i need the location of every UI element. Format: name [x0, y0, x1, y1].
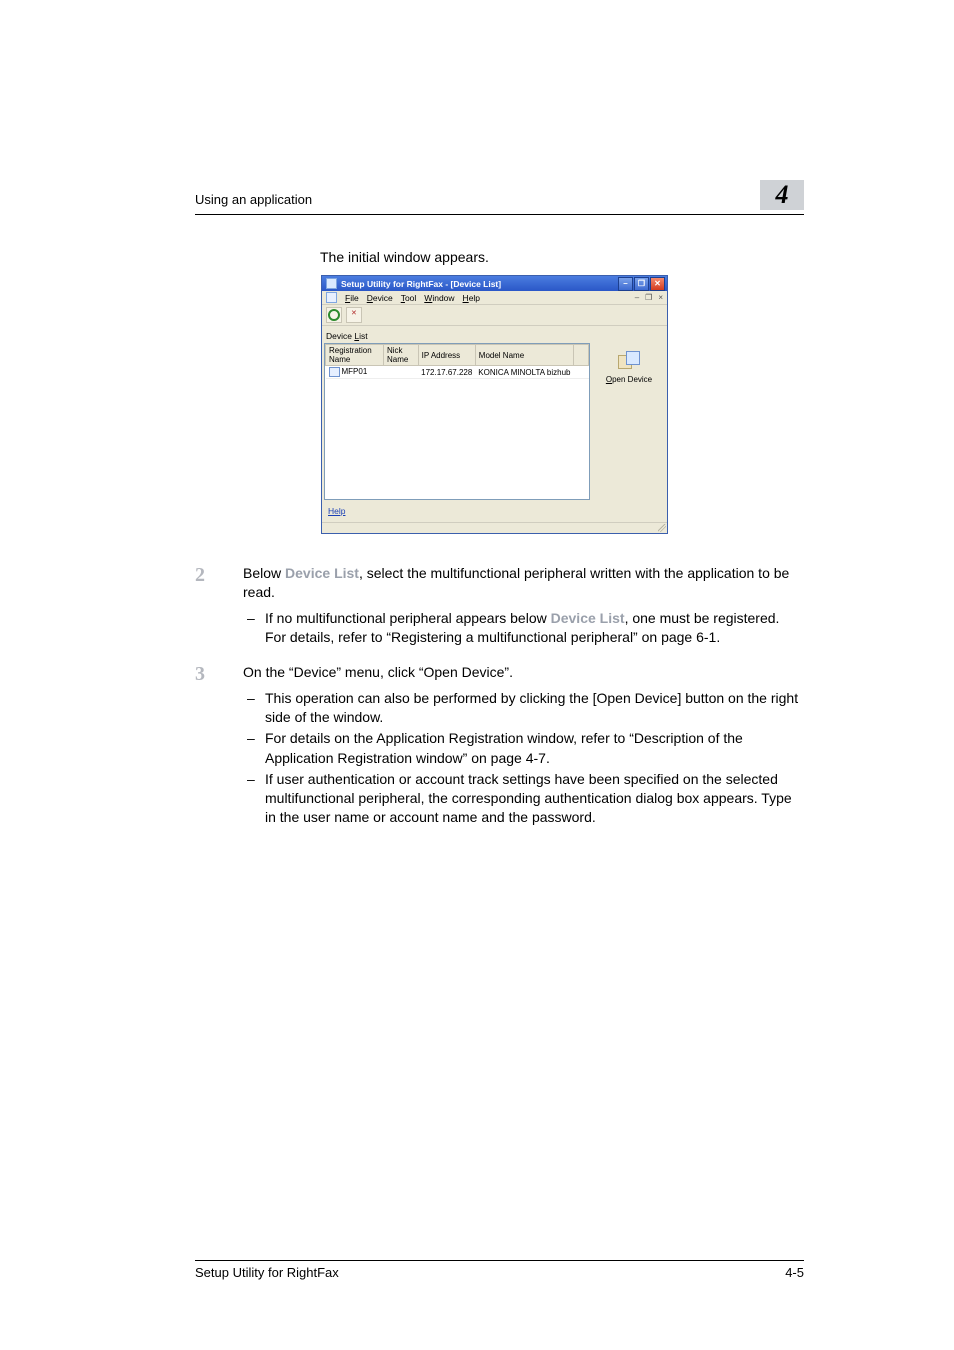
- window-title: Setup Utility for RightFax - [Device Lis…: [341, 279, 501, 289]
- col-spacer: [574, 345, 589, 366]
- device-list[interactable]: Registration Name Nick Name IP Address M…: [324, 343, 590, 500]
- page: Using an application 4 The initial windo…: [0, 0, 954, 1350]
- device-icon: [329, 367, 340, 377]
- step-3-sub-1: This operation can also be performed by …: [243, 689, 804, 728]
- delete-button[interactable]: [346, 307, 362, 323]
- footer-page: 4-5: [785, 1265, 804, 1280]
- refresh-icon: [328, 309, 340, 321]
- app-window: Setup Utility for RightFax - [Device Lis…: [321, 275, 668, 534]
- refresh-button[interactable]: [326, 307, 342, 323]
- cell-registration-name: MFP01: [342, 367, 368, 376]
- step-2: 2 Below Device List, select the multifun…: [195, 564, 804, 649]
- step-3-text: On the “Device” menu, click “Open Device…: [243, 663, 804, 682]
- cell-nick-name: [384, 366, 419, 379]
- open-device-button[interactable]: Open Device: [606, 375, 652, 384]
- mdi-minimize-button[interactable]: –: [635, 293, 639, 302]
- step-3-sub-2: For details on the Application Registrat…: [243, 729, 804, 768]
- help-link[interactable]: Help: [324, 500, 347, 518]
- step-2-text: Below Device List, select the multifunct…: [243, 564, 804, 603]
- menu-help[interactable]: Help: [463, 293, 480, 303]
- menu-tool[interactable]: Tool: [401, 293, 417, 303]
- maximize-button[interactable]: ❐: [634, 277, 649, 291]
- menu-file[interactable]: File: [345, 293, 359, 303]
- chapter-number: 4: [760, 180, 804, 210]
- mdi-close-button[interactable]: ×: [658, 293, 663, 302]
- delete-icon: [349, 311, 359, 319]
- page-header: Using an application 4: [195, 180, 804, 215]
- client-area: Device List Registration Name Nick Name …: [322, 326, 667, 522]
- titlebar: Setup Utility for RightFax - [Device Lis…: [322, 276, 667, 291]
- menubar: File Device Tool Window Help – ❐ ×: [322, 291, 667, 304]
- page-footer: Setup Utility for RightFax 4-5: [195, 1260, 804, 1280]
- cell-ip-address: 172.17.67.228: [418, 366, 475, 379]
- step-3-sub-3: If user authentication or account track …: [243, 770, 804, 828]
- ui-ref-device-list: Device List: [551, 610, 625, 626]
- ui-ref-device-list: Device List: [285, 565, 359, 581]
- menu-window[interactable]: Window: [424, 293, 454, 303]
- table-row[interactable]: MFP01 172.17.67.228 KONICA MINOLTA bizhu…: [326, 366, 589, 379]
- side-panel: Open Device: [593, 343, 665, 500]
- app-icon: [326, 278, 337, 289]
- section-title: Using an application: [195, 180, 312, 207]
- intro-text: The initial window appears.: [320, 249, 804, 265]
- device-list-label: Device List: [324, 328, 665, 343]
- mdi-icon: [326, 292, 337, 303]
- step-number: 2: [195, 564, 243, 649]
- step-3: 3 On the “Device” menu, click “Open Devi…: [195, 663, 804, 830]
- statusbar: [322, 522, 667, 533]
- minimize-button[interactable]: –: [618, 277, 633, 291]
- open-device-icon[interactable]: [618, 351, 640, 371]
- col-registration-name[interactable]: Registration Name: [326, 345, 384, 366]
- step-number: 3: [195, 663, 243, 830]
- footer-title: Setup Utility for RightFax: [195, 1265, 339, 1280]
- step-2-sub-1: If no multifunctional peripheral appears…: [243, 609, 804, 648]
- col-ip-address[interactable]: IP Address: [418, 345, 475, 366]
- menu-device[interactable]: Device: [367, 293, 393, 303]
- close-button[interactable]: ✕: [650, 277, 665, 291]
- mdi-restore-button[interactable]: ❐: [645, 293, 652, 302]
- col-nick-name[interactable]: Nick Name: [384, 345, 419, 366]
- steps: 2 Below Device List, select the multifun…: [195, 564, 804, 830]
- toolbar: [322, 304, 667, 326]
- col-model-name[interactable]: Model Name: [475, 345, 573, 366]
- cell-model-name: KONICA MINOLTA bizhub: [475, 366, 573, 379]
